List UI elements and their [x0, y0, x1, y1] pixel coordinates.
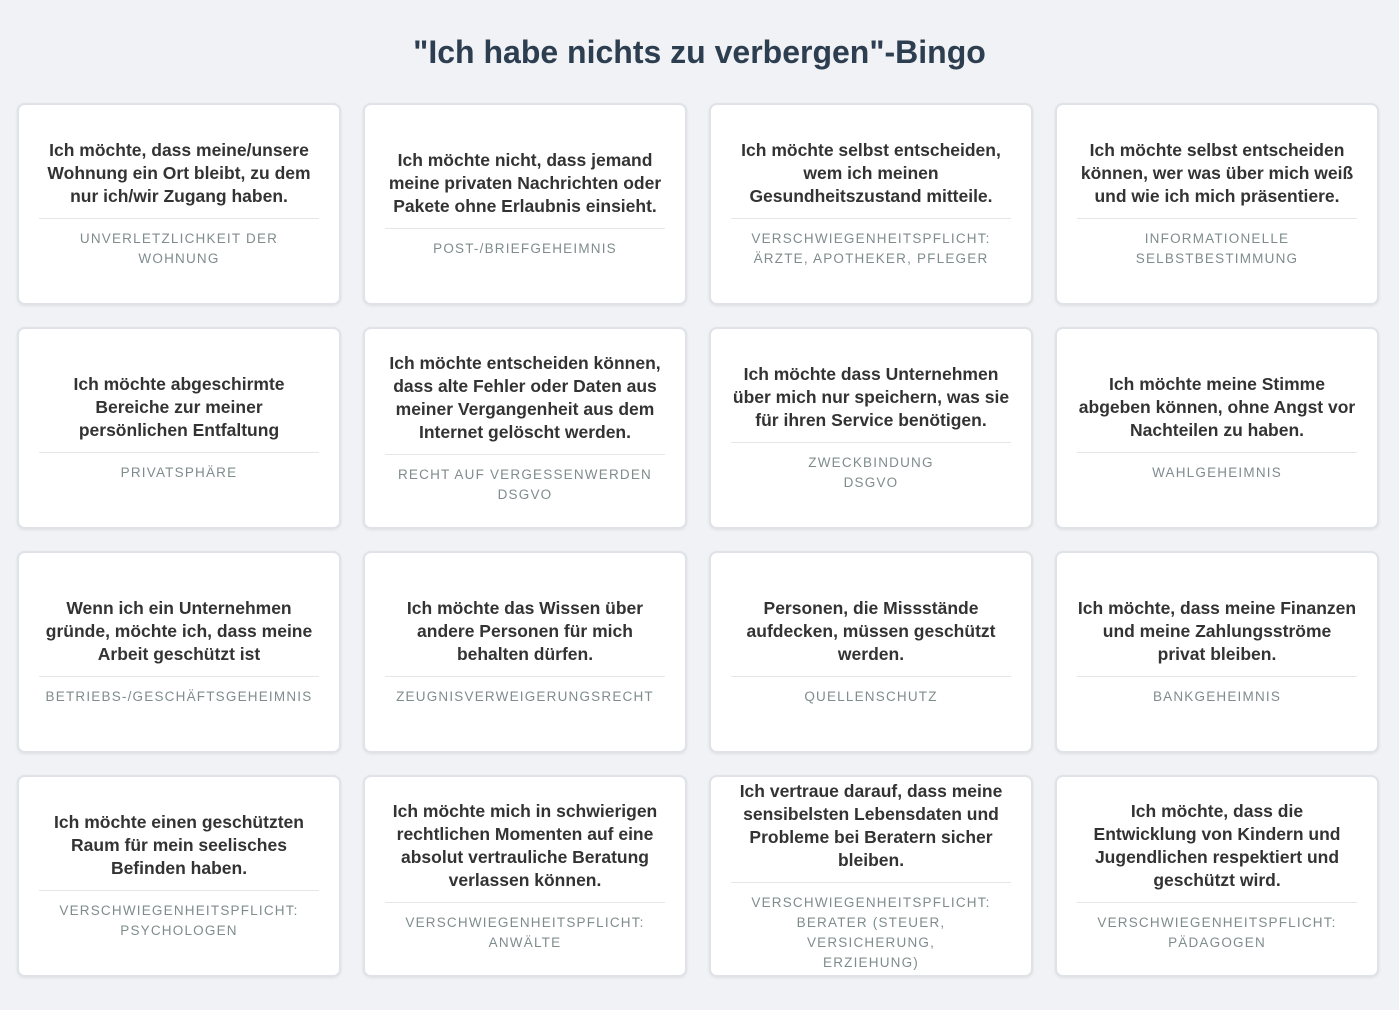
- bingo-card[interactable]: Ich möchte, dass die Entwicklung von Kin…: [1055, 775, 1379, 977]
- card-right: QUELLENSCHUTZ: [804, 689, 938, 704]
- card-statement: Ich vertraue darauf, dass meine sensibel…: [731, 780, 1011, 883]
- bingo-card[interactable]: Ich möchte, dass meine Finanzen und mein…: [1055, 551, 1379, 753]
- bingo-card[interactable]: Ich möchte dass Unternehmen über mich nu…: [709, 327, 1033, 529]
- card-right: WAHLGEHEIMNIS: [1152, 465, 1282, 480]
- page-title: "Ich habe nichts zu verbergen"-Bingo: [413, 34, 986, 70]
- bingo-card[interactable]: Ich möchte, dass meine/unsere Wohnung ei…: [17, 103, 341, 305]
- card-right: VERSCHWIEGENHEITSPFLICHT: PSYCHOLOGEN: [59, 903, 299, 938]
- bingo-card[interactable]: Wenn ich ein Unternehmen gründe, möchte …: [17, 551, 341, 753]
- card-right: RECHT AUF VERGESSENWERDEN DSGVO: [397, 466, 653, 502]
- card-right: ZWECKBINDUNG DSGVO: [808, 455, 934, 490]
- card-right: UNVERLETZLICHKEIT DER WOHNUNG: [79, 231, 279, 266]
- bingo-card[interactable]: Ich möchte das Wissen über andere Person…: [363, 551, 687, 753]
- card-statement: Ich möchte, dass die Entwicklung von Kin…: [1077, 800, 1357, 903]
- bingo-card[interactable]: Personen, die Missstände aufdecken, müss…: [709, 551, 1033, 753]
- bingo-card[interactable]: Ich möchte meine Stimme abgeben können, …: [1055, 327, 1379, 529]
- card-right: ZEUGNISVERWEIGERUNGSRECHT: [396, 689, 654, 704]
- card-right: BETRIEBS-/GESCHÄFTSGEHEIMNIS: [45, 689, 313, 704]
- bingo-card[interactable]: Ich möchte entscheiden können, dass alte…: [363, 327, 687, 529]
- card-statement: Ich möchte dass Unternehmen über mich nu…: [731, 363, 1011, 443]
- card-statement: Wenn ich ein Unternehmen gründe, möchte …: [39, 597, 319, 677]
- card-right: PRIVATSPHÄRE: [120, 465, 238, 480]
- card-statement: Ich möchte mich in schwierigen rechtlich…: [385, 800, 665, 903]
- card-statement: Ich möchte meine Stimme abgeben können, …: [1077, 373, 1357, 453]
- card-statement: Ich möchte, dass meine Finanzen und mein…: [1077, 597, 1357, 677]
- card-right: VERSCHWIEGENHEITSPFLICHT: ÄRZTE, APOTHEK…: [751, 231, 991, 266]
- card-statement: Ich möchte selbst entscheiden, wem ich m…: [731, 139, 1011, 219]
- bingo-card[interactable]: Ich möchte nicht, dass jemand meine priv…: [363, 103, 687, 305]
- bingo-card[interactable]: Ich vertraue darauf, dass meine sensibel…: [709, 775, 1033, 977]
- card-statement: Ich möchte selbst entscheiden können, we…: [1077, 139, 1357, 219]
- card-statement: Ich möchte abgeschirmte Bereiche zur mei…: [39, 373, 319, 453]
- card-right: VERSCHWIEGENHEITSPFLICHT: ANWÄLTE: [405, 914, 645, 950]
- card-statement: Ich möchte das Wissen über andere Person…: [385, 597, 665, 677]
- bingo-card[interactable]: Ich möchte einen geschützten Raum für me…: [17, 775, 341, 977]
- card-right: VERSCHWIEGENHEITSPFLICHT: PÄDAGOGEN: [1097, 914, 1337, 950]
- card-statement: Ich möchte entscheiden können, dass alte…: [385, 352, 665, 455]
- card-statement: Ich möchte nicht, dass jemand meine priv…: [385, 149, 665, 229]
- card-statement: Personen, die Missstände aufdecken, müss…: [731, 597, 1011, 677]
- bingo-card[interactable]: Ich möchte abgeschirmte Bereiche zur mei…: [17, 327, 341, 529]
- card-right: POST-/BRIEFGEHEIMNIS: [433, 241, 617, 256]
- bingo-card[interactable]: Ich möchte selbst entscheiden können, we…: [1055, 103, 1379, 305]
- bingo-card[interactable]: Ich möchte selbst entscheiden, wem ich m…: [709, 103, 1033, 305]
- bingo-card[interactable]: Ich möchte mich in schwierigen rechtlich…: [363, 775, 687, 977]
- card-right: VERSCHWIEGENHEITSPFLICHT: BERATER (STEUE…: [751, 894, 991, 970]
- card-statement: Ich möchte, dass meine/unsere Wohnung ei…: [39, 139, 319, 219]
- card-right: BANKGEHEIMNIS: [1152, 689, 1282, 704]
- card-right: INFORMATIONELLE SELBSTBESTIMMUNG: [1135, 231, 1299, 266]
- bingo-board: Ich möchte, dass meine/unsere Wohnung ei…: [17, 103, 1379, 977]
- card-statement: Ich möchte einen geschützten Raum für me…: [39, 811, 319, 891]
